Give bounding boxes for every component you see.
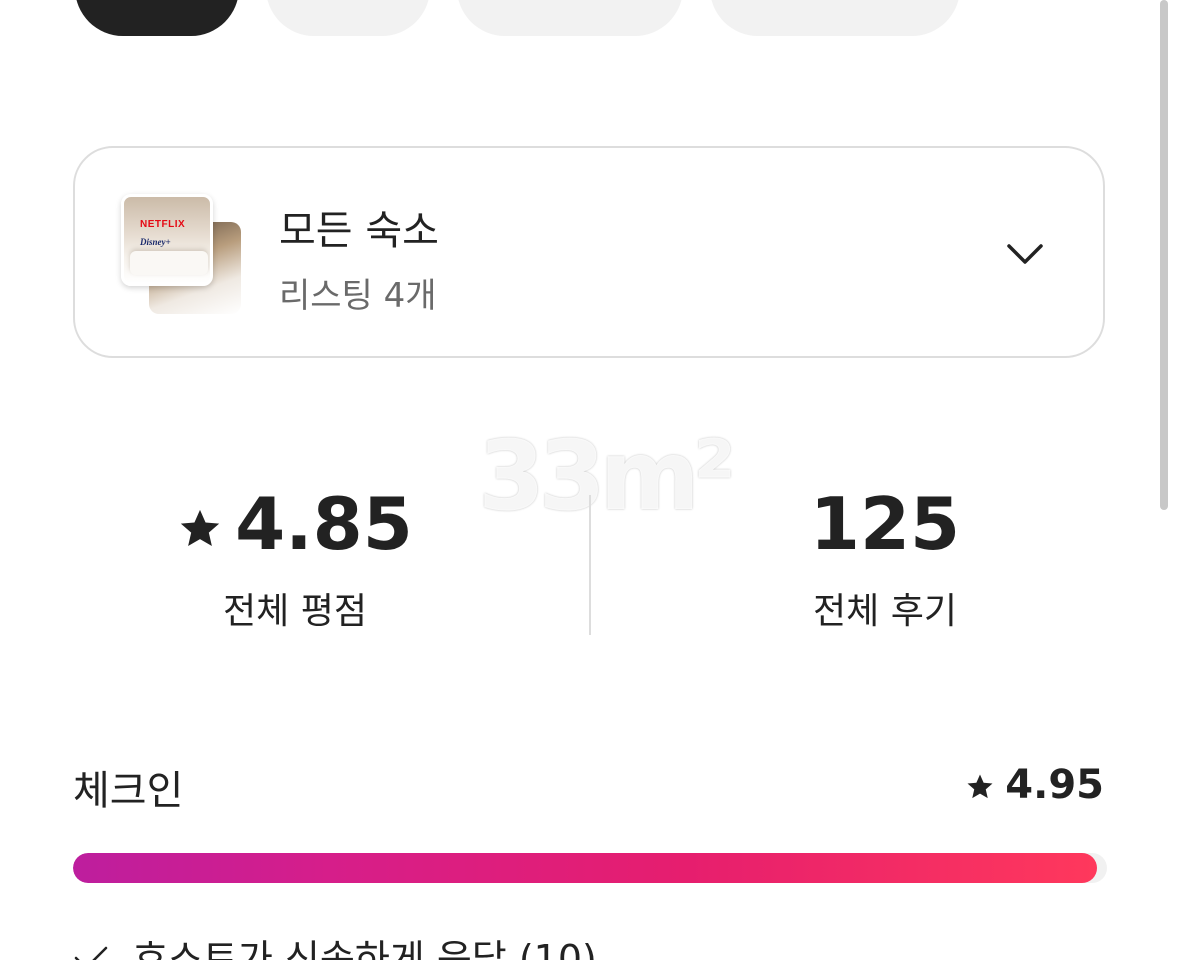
reviews-page: NETFLIX Disney+ 모든 숙소 리스팅 4개 33m² 4.85 전… xyxy=(0,0,1179,960)
check-icon xyxy=(74,946,108,960)
filter-chip[interactable] xyxy=(266,0,430,36)
filter-chip[interactable] xyxy=(710,0,960,36)
thumbnail-bed xyxy=(130,251,208,275)
star-icon xyxy=(181,510,220,547)
scrollbar[interactable] xyxy=(1160,0,1168,510)
listing-selector[interactable]: NETFLIX Disney+ 모든 숙소 리스팅 4개 xyxy=(73,146,1105,358)
star-icon xyxy=(967,774,993,799)
overall-rating: 4.85 전체 평점 xyxy=(130,480,460,634)
listing-thumbnail: NETFLIX Disney+ xyxy=(121,194,213,286)
overall-rating-value: 4.85 xyxy=(235,482,413,566)
stats-divider xyxy=(589,495,591,635)
overall-rating-label: 전체 평점 xyxy=(223,591,367,632)
listing-count: 리스팅 4개 xyxy=(279,276,437,316)
total-reviews: 125 전체 후기 xyxy=(720,480,1050,634)
thumbnail-text: Disney+ xyxy=(140,237,171,247)
category-progress-bar xyxy=(73,853,1107,883)
listing-thumbnails: NETFLIX Disney+ xyxy=(121,194,245,318)
highlight-text: 호스트가 신속하게 응답 (10) xyxy=(133,937,597,960)
total-reviews-value: 125 xyxy=(809,482,961,566)
category-score: 4.95 xyxy=(965,762,1104,808)
filter-chip[interactable] xyxy=(457,0,683,36)
chevron-down-icon[interactable] xyxy=(1005,240,1045,270)
thumbnail-text: NETFLIX xyxy=(140,219,186,230)
total-reviews-label: 전체 후기 xyxy=(813,591,957,632)
category-label: 체크인 xyxy=(73,768,184,814)
filter-chip-active[interactable] xyxy=(75,0,239,36)
category-score-value: 4.95 xyxy=(1005,762,1104,808)
category-progress-fill xyxy=(73,853,1097,883)
listing-selector-title: 모든 숙소 xyxy=(279,208,439,254)
watermark: 33m² xyxy=(478,420,736,532)
